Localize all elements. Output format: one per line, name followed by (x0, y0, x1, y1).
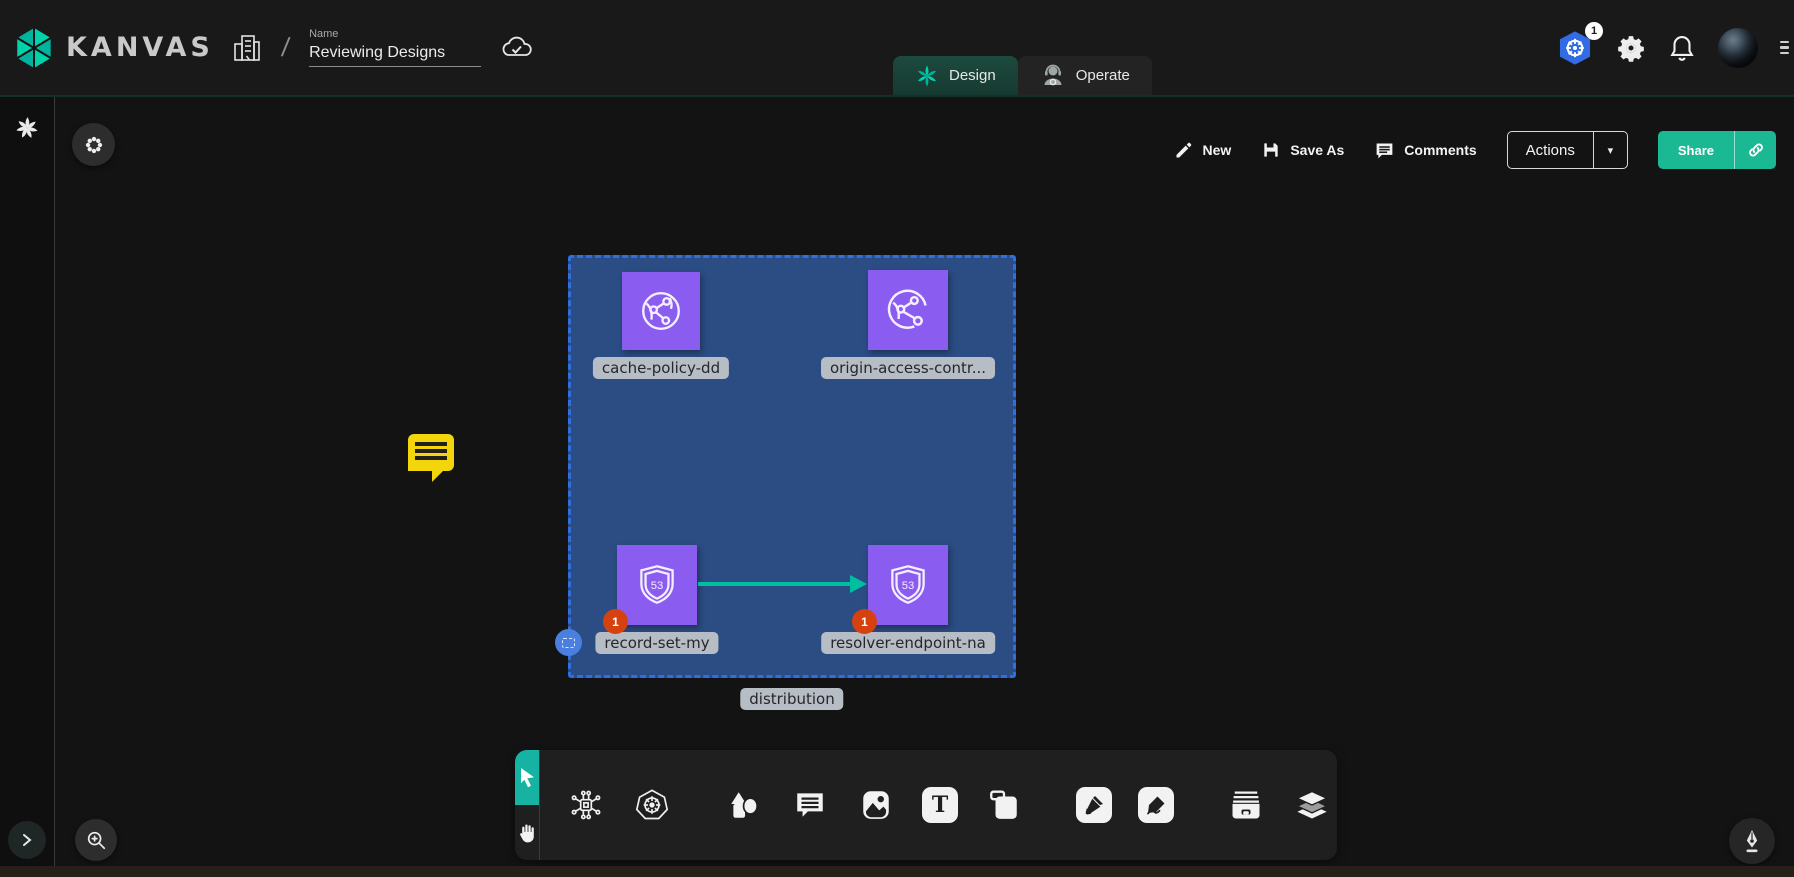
canvas-toolbar: T (515, 750, 1337, 860)
edge-menu-icon[interactable] (1780, 41, 1789, 55)
app-body: New Save As (0, 95, 1794, 877)
kubernetes-context-badge: 1 (1585, 22, 1603, 40)
layers-tool-icon[interactable] (1292, 785, 1332, 825)
infrastructure-tools (540, 750, 698, 860)
node-label-record-set[interactable]: record-set-my (595, 632, 718, 654)
actions-label: Actions (1508, 132, 1593, 168)
badge-record-set[interactable]: 1 (603, 609, 628, 634)
freehand-draw-tool-icon[interactable] (1138, 787, 1174, 823)
new-label: New (1203, 142, 1232, 158)
group-selection-handle[interactable] (555, 629, 582, 656)
left-rail (0, 97, 55, 877)
note-tool-icon[interactable] (984, 785, 1024, 825)
node-record-set[interactable]: 53 (617, 545, 697, 625)
canvas[interactable]: New Save As (55, 97, 1794, 877)
tab-operate[interactable]: Operate (1018, 56, 1152, 95)
node-label-resolver-endpoint[interactable]: resolver-endpoint-na (821, 632, 995, 654)
comments-label: Comments (1404, 142, 1476, 158)
comment-tail (432, 470, 444, 482)
comments-bubble-icon (1374, 140, 1395, 161)
tab-operate-label: Operate (1076, 67, 1130, 84)
breadcrumb-separator: / (278, 32, 294, 63)
text-tool-glyph: T (932, 792, 948, 818)
tab-design-label: Design (949, 67, 996, 84)
comments-button[interactable]: Comments (1374, 140, 1476, 161)
route53-glyph: 53 (651, 580, 664, 592)
annotation-tools: T (698, 750, 1050, 860)
canvas-widgets-button[interactable] (72, 123, 115, 166)
share-button[interactable]: Share (1658, 131, 1776, 169)
meshery-spiral-icon[interactable] (14, 115, 40, 141)
comment-lines-icon (415, 442, 447, 460)
design-name-label: Name (309, 28, 481, 40)
save-as-label: Save As (1290, 142, 1344, 158)
panel-tools: ? (1200, 750, 1337, 860)
badge-resolver-endpoint[interactable]: 1 (852, 609, 877, 634)
group-label-distribution[interactable]: distribution (740, 688, 843, 710)
edge-arrowhead (850, 575, 867, 593)
shapes-tool-icon[interactable] (724, 785, 764, 825)
edge-record-to-resolver[interactable] (698, 582, 850, 586)
app-header: KANVAS / Name (0, 0, 1794, 95)
header-right: 1 (1556, 0, 1794, 95)
kanvas-app: KANVAS / Name (0, 0, 1794, 877)
design-flower-icon (915, 64, 939, 88)
copy-link-icon[interactable] (1734, 131, 1776, 169)
design-name-field: Name (309, 28, 481, 67)
share-label: Share (1658, 131, 1734, 169)
design-name-input[interactable] (309, 42, 481, 67)
pan-hand-tool[interactable] (515, 805, 539, 860)
actions-button[interactable]: Actions ▾ (1507, 131, 1628, 169)
mode-tabs: Design Operate (893, 56, 1152, 95)
organization-icon[interactable] (232, 32, 262, 64)
route53-glyph: 53 (902, 580, 915, 592)
pointer-tools-column (515, 750, 540, 860)
node-resolver-endpoint[interactable]: 53 (868, 545, 948, 625)
pencil-icon (1174, 140, 1194, 160)
kubernetes-context-button[interactable]: 1 (1556, 29, 1594, 67)
comment-tool-icon[interactable] (790, 785, 830, 825)
node-label-origin-access[interactable]: origin-access-contr... (821, 357, 995, 379)
design-action-bar: New Save As (1174, 131, 1776, 169)
drawing-tools (1050, 750, 1200, 860)
settings-gear-icon[interactable] (1616, 33, 1646, 63)
floppy-save-icon (1261, 140, 1281, 160)
brand-name: KANVAS (66, 32, 214, 63)
window-bottom-edge (0, 866, 1794, 877)
save-as-button[interactable]: Save As (1261, 140, 1344, 160)
node-label-cache-policy[interactable]: cache-policy-dd (593, 357, 729, 379)
tab-design[interactable]: Design (893, 56, 1018, 95)
zoom-in-button[interactable] (75, 819, 117, 861)
header-left: KANVAS / Name (14, 0, 535, 95)
actions-caret-icon[interactable]: ▾ (1593, 132, 1627, 168)
components-drawer-icon[interactable] (1226, 785, 1266, 825)
expand-sidebar-button[interactable] (8, 821, 46, 859)
canvas-comment-marker[interactable] (408, 434, 454, 471)
user-avatar[interactable] (1718, 28, 1758, 68)
new-button[interactable]: New (1174, 140, 1232, 160)
notifications-bell-icon[interactable] (1668, 33, 1696, 63)
select-tool[interactable] (515, 750, 539, 805)
kanvas-logo[interactable]: KANVAS (14, 26, 214, 70)
operator-headset-icon (1040, 63, 1066, 89)
node-cache-policy[interactable] (622, 272, 700, 350)
image-tool-icon[interactable] (856, 785, 896, 825)
text-tool-icon[interactable]: T (922, 787, 958, 823)
mesh-sync-icon[interactable] (566, 785, 606, 825)
kubernetes-tool-icon[interactable] (632, 785, 672, 825)
cloud-saved-icon (499, 34, 535, 62)
kanvas-hexagon-icon (14, 26, 54, 70)
edge-style-tool-icon[interactable] (1076, 787, 1112, 823)
node-origin-access-control[interactable] (868, 270, 948, 350)
pen-nib-button[interactable] (1729, 818, 1775, 864)
